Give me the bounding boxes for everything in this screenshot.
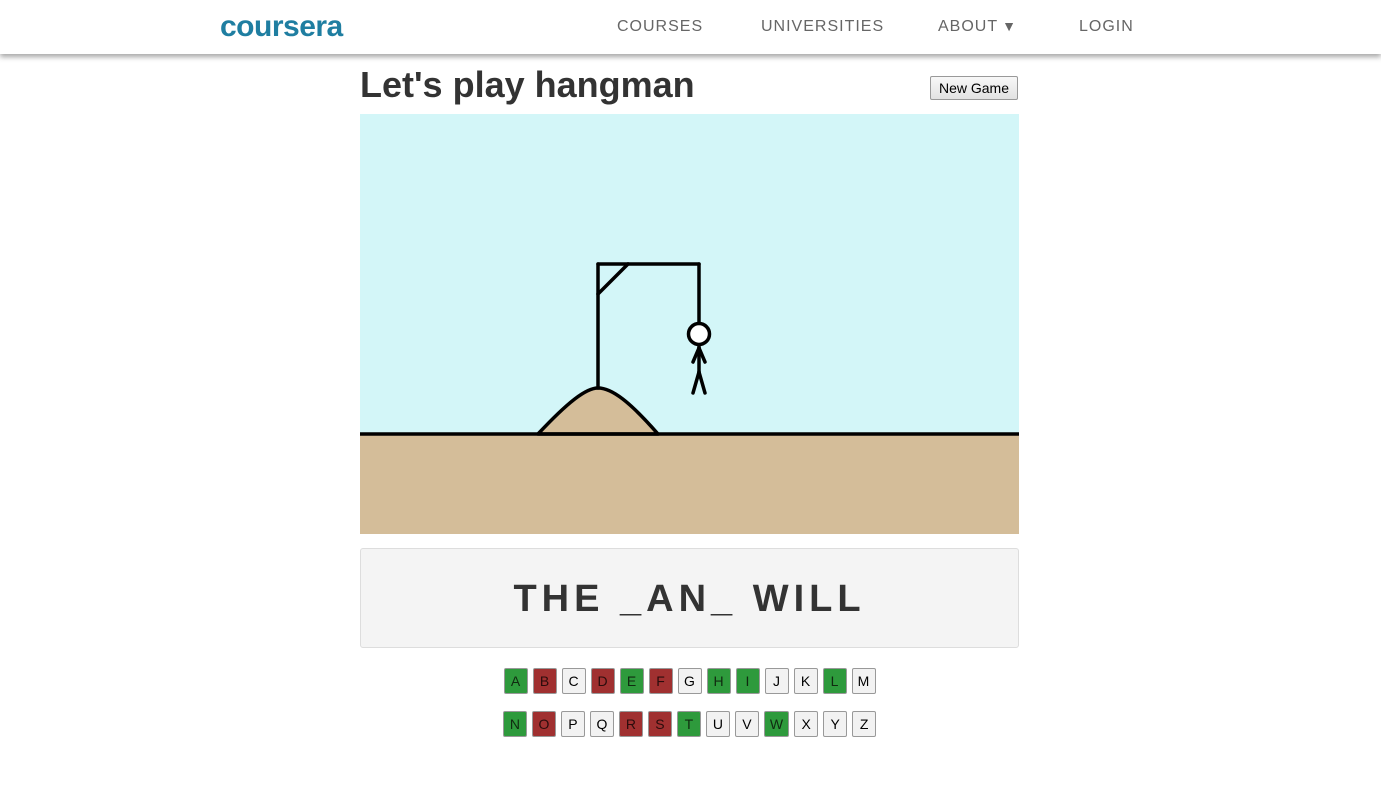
letter-button-m[interactable]: M <box>851 668 876 694</box>
letter-button-x[interactable]: X <box>794 711 819 737</box>
letter-button-c[interactable]: C <box>561 668 586 694</box>
letter-button-a[interactable]: A <box>503 668 528 694</box>
letter-button-i[interactable]: I <box>735 668 760 694</box>
letter-button-k[interactable]: K <box>793 668 818 694</box>
chevron-down-icon: ▼ <box>1002 18 1017 34</box>
letter-button-g[interactable]: G <box>677 668 702 694</box>
page-title: Let's play hangman <box>360 64 695 105</box>
letter-button-v[interactable]: V <box>734 711 759 737</box>
ground <box>360 434 1019 534</box>
word-display-panel: THE _AN_ WILL <box>360 548 1019 648</box>
letter-button-d[interactable]: D <box>590 668 615 694</box>
letter-button-p[interactable]: P <box>560 711 585 737</box>
top-navigation-bar: coursera COURSES UNIVERSITIES ABOUT ▼ LOG… <box>0 0 1381 54</box>
letter-button-q[interactable]: Q <box>589 711 614 737</box>
letter-button-n[interactable]: N <box>502 711 527 737</box>
letter-button-z[interactable]: Z <box>852 711 877 737</box>
letter-row-2: NOPQRSTUVWXYZ <box>360 711 1019 737</box>
nav-about-label: ABOUT <box>938 18 999 35</box>
letter-button-b[interactable]: B <box>532 668 557 694</box>
letter-button-t[interactable]: T <box>676 711 701 737</box>
nav-courses[interactable]: COURSES <box>617 18 703 36</box>
letter-button-l[interactable]: L <box>822 668 847 694</box>
nav-about[interactable]: ABOUT ▼ <box>938 18 1017 36</box>
guessed-word: THE _AN_ WILL <box>513 578 866 620</box>
nav-login[interactable]: LOGIN <box>1079 18 1134 36</box>
letter-button-y[interactable]: Y <box>823 711 848 737</box>
head <box>686 321 712 347</box>
nav-universities[interactable]: UNIVERSITIES <box>761 18 884 36</box>
letter-button-u[interactable]: U <box>705 711 730 737</box>
letter-button-j[interactable]: J <box>764 668 789 694</box>
new-game-button[interactable]: New Game <box>930 76 1018 100</box>
letter-button-f[interactable]: F <box>648 668 673 694</box>
letter-button-o[interactable]: O <box>531 711 556 737</box>
coursera-logo[interactable]: coursera <box>220 10 343 44</box>
letter-button-e[interactable]: E <box>619 668 644 694</box>
letter-button-s[interactable]: S <box>647 711 672 737</box>
hangman-scene <box>360 114 1019 534</box>
letter-row-1: ABCDEFGHIJKLM <box>360 668 1019 694</box>
letter-button-h[interactable]: H <box>706 668 731 694</box>
sky <box>360 114 1019 435</box>
letter-button-r[interactable]: R <box>618 711 643 737</box>
letter-button-w[interactable]: W <box>763 711 790 737</box>
